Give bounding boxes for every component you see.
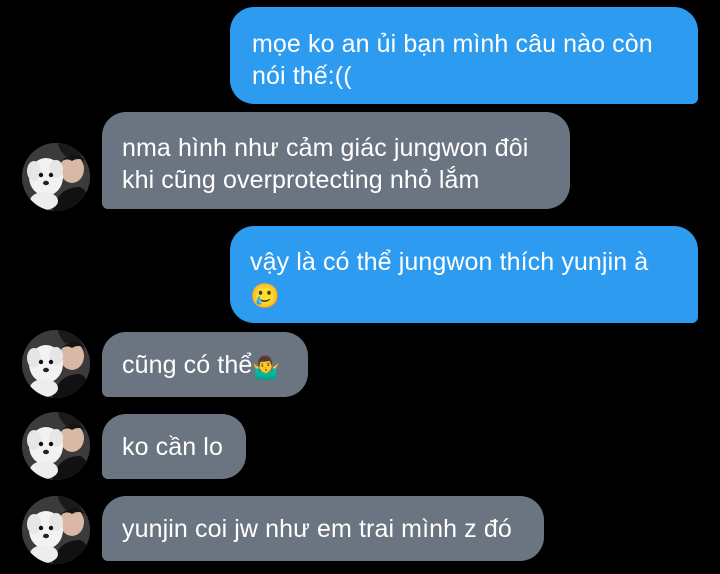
message-text: cũng có thể [122, 351, 253, 379]
message-bubble-sent[interactable]: vậy là có thể jungwon thích yunjin à 🥲 [230, 226, 698, 323]
message-bubble-received[interactable]: nma hình như cảm giác jungwon đôi khi cũ… [102, 112, 570, 209]
smiling-face-with-tear-icon: 🥲 [250, 282, 280, 310]
message-text: ko cần lo [122, 433, 223, 461]
avatar[interactable] [22, 143, 90, 211]
person-shrugging-icon: 🤷‍♂️ [252, 356, 280, 381]
message-text: yunjin coi jw như em trai mình z đó [122, 515, 512, 543]
message-text: mọe ko an ủi bạn mình câu nào còn nói th… [252, 30, 653, 90]
message-text: vậy là có thể jungwon thích yunjin à [250, 248, 649, 276]
message-bubble-sent[interactable]: mọe ko an ủi bạn mình câu nào còn nói th… [230, 7, 698, 104]
message-text: nma hình như cảm giác jungwon đôi khi cũ… [122, 134, 529, 194]
avatar[interactable] [22, 496, 90, 564]
message-bubble-received[interactable]: yunjin coi jw như em trai mình z đó [102, 496, 544, 561]
avatar[interactable] [22, 330, 90, 398]
person-with-white-dog-avatar-icon [22, 412, 90, 480]
avatar[interactable] [22, 412, 90, 480]
person-with-white-dog-avatar-icon [22, 143, 90, 211]
message-bubble-received[interactable]: ko cần lo [102, 414, 246, 479]
person-with-white-dog-avatar-icon [22, 496, 90, 564]
person-with-white-dog-avatar-icon [22, 330, 90, 398]
message-bubble-received[interactable]: cũng có thể🤷‍♂️ [102, 332, 308, 397]
